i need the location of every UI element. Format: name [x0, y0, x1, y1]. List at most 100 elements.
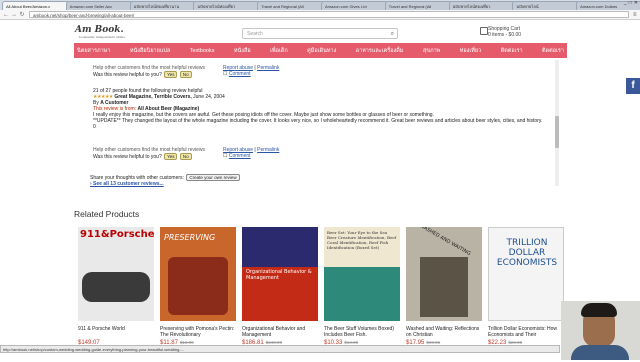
cover-title: Organizational Behavior & Management — [246, 269, 312, 281]
scroll-thumb[interactable] — [555, 116, 559, 148]
nav-item[interactable]: สุขภาพ — [423, 47, 440, 55]
cover-title: TRILLION DOLLAR ECONOMISTS — [496, 238, 558, 268]
review-2: 21 of 27 people found the following revi… — [93, 88, 555, 130]
forward-icon[interactable]: → — [10, 12, 18, 18]
cover-title: Beer Set: Your Eye to the Sea Beer Creat… — [327, 230, 397, 250]
related-products-title: Related Products — [74, 209, 140, 219]
back-icon[interactable]: ← — [2, 12, 10, 18]
see-all-reviews-link[interactable]: › See all 13 customer reviews... — [90, 181, 240, 187]
cover-image — [324, 267, 400, 321]
search-icon[interactable]: ⌕ — [391, 29, 394, 40]
cover-title: PRESERVING — [164, 233, 216, 242]
product-title[interactable]: Trillion Dollar Economists: How Economis… — [488, 326, 564, 338]
helpful-no-button[interactable]: No — [179, 153, 192, 160]
write-review-button[interactable]: Create your own review — [186, 174, 240, 181]
product-cover[interactable]: Organizational Behavior & Management — [242, 227, 318, 321]
logo-text: Am Book. — [75, 25, 124, 35]
product-card[interactable]: Beer Set: Your Eye to the Sea Beer Creat… — [324, 227, 400, 362]
product-card[interactable]: Organizational Behavior & Management Org… — [242, 227, 318, 362]
tab-label: Amazon.com Seller Acc — [69, 4, 113, 9]
product-title[interactable]: Washed and Waiting: Reflections on Chris… — [406, 326, 482, 338]
menu-icon[interactable]: ≡ — [633, 12, 637, 18]
cover-band — [242, 227, 318, 267]
cover-image — [420, 257, 468, 317]
reload-icon[interactable]: ↻ — [18, 11, 26, 18]
permalink-link[interactable]: Permalink — [257, 65, 279, 71]
cart-icon[interactable] — [480, 27, 488, 35]
comment-text: Comment — [228, 153, 251, 159]
browser-tab[interactable]: ฉบับพายไลน์ท่องเที่ยวนาน — [129, 1, 198, 10]
jars-image — [168, 257, 228, 315]
window-controls: _ □ ✕ — [624, 0, 638, 6]
reviews-panel: Help other customers find the most helpf… — [90, 60, 558, 192]
product-cover[interactable]: 911&Porsche — [78, 227, 154, 321]
nav-item[interactable]: Textbooks — [190, 48, 215, 54]
product-cover[interactable]: TRILLION DOLLAR ECONOMISTS — [488, 227, 564, 321]
product-cover[interactable]: PRESERVING — [160, 227, 236, 321]
browser-tab[interactable]: All About Beer/Amazon.c — [2, 1, 70, 10]
browser-tab[interactable]: Travel and Regional (All — [257, 1, 325, 10]
product-title[interactable]: Preserving with Pomona's Pectin: The Rev… — [160, 326, 236, 338]
car-image — [82, 272, 150, 302]
product-card[interactable]: 911&Porsche 911 & Porsche World $149.07 — [78, 227, 154, 362]
product-title[interactable]: The Beer Stuff Volumes Boxed) Includes B… — [324, 326, 400, 338]
nav-item[interactable]: นิตยสารภาษา — [77, 47, 110, 55]
product-card[interactable]: PRESERVING Preserving with Pomona's Pect… — [160, 227, 236, 362]
nav-item[interactable]: หนังสือนิยายแปล — [130, 47, 170, 55]
permalink-link[interactable]: Permalink — [257, 147, 279, 153]
cart-summary[interactable]: Shopping Cart 0 items - $0.00 — [488, 26, 521, 38]
browser-tab[interactable]: ฉบับพายไลน์ท่องเที่ยว — [193, 1, 262, 10]
product-title[interactable]: Organizational Behavior and Management — [242, 326, 318, 338]
browser-tab[interactable]: Travel and Regional (All — [384, 1, 453, 10]
tab-label: Travel and Regional (All — [388, 4, 432, 9]
browser-tab[interactable]: ฉบับพายไลน์ท่องเที่ยว — [448, 1, 517, 10]
tab-label: ฉบับพายไลน์ท่องเที่ยวนาน — [133, 4, 180, 9]
tab-label: Amazon.com Dollars — [580, 4, 618, 9]
nav-item[interactable]: ติดต่อเรา — [501, 47, 523, 55]
product-card[interactable]: WASHED AND WAITING Washed and Waiting: R… — [406, 227, 482, 362]
nav-item[interactable]: อาหารและเครื่องดื่ม — [356, 47, 404, 55]
nav-item[interactable]: คู่มือเดินทาง — [307, 47, 336, 55]
browser-tab[interactable]: Amazon.com Gives Livi — [320, 1, 389, 10]
tab-label: Travel and Regional (All — [261, 4, 304, 9]
minimize-icon[interactable]: _ — [624, 0, 627, 6]
review-update: **UPDATE** They changed the layout of th… — [93, 118, 543, 124]
browser-tab[interactable]: Amazon.com Seller Acc — [65, 1, 134, 10]
review-scrollbar[interactable] — [555, 60, 559, 186]
review-comment-count: 0 — [93, 124, 96, 130]
product-card[interactable]: TRILLION DOLLAR ECONOMISTS Trillion Doll… — [488, 227, 564, 362]
nav-item[interactable]: เพื่อเด็ก — [270, 47, 288, 55]
tab-label: All About Beer/Amazon.c — [6, 4, 51, 9]
tab-label: ฉบับพายไลน์ — [516, 4, 539, 9]
tab-label: ฉบับพายไลน์ท่องเที่ยว — [452, 4, 491, 9]
facebook-icon[interactable]: f — [626, 78, 640, 94]
nav-item[interactable]: ติดต่อเรา — [542, 47, 564, 55]
site-logo[interactable]: Am Book. bookseller independent online — [75, 25, 125, 39]
shirt-shape — [571, 345, 629, 360]
url-input[interactable]: ambook.net/shop/beer-and-brewing/all-abo… — [29, 11, 629, 18]
comment-link[interactable]: ☐ Comment — [223, 153, 251, 159]
product-title[interactable]: 911 & Porsche World — [78, 326, 154, 338]
product-cover[interactable]: Beer Set: Your Eye to the Sea Beer Creat… — [324, 227, 400, 321]
helpful-no-button[interactable]: No — [179, 71, 192, 78]
search-input[interactable]: Search ⌕ — [242, 28, 398, 39]
comment-link[interactable]: ☐ Comment — [223, 71, 251, 77]
nav-item[interactable]: ท่องเที่ยว — [460, 47, 481, 55]
comment-text: Comment — [228, 71, 251, 77]
close-icon[interactable]: ✕ — [634, 0, 638, 6]
nav-item[interactable]: หนังสือ — [234, 47, 251, 55]
helpful-yes-button[interactable]: Yes — [164, 153, 178, 160]
hair-shape — [581, 303, 617, 317]
product-cover[interactable]: WASHED AND WAITING — [406, 227, 482, 321]
helpful-yes-button[interactable]: Yes — [164, 71, 178, 78]
search-placeholder: Search — [247, 31, 263, 37]
status-bar: http://ambook.net/shop/custom-wedding-we… — [0, 345, 560, 353]
address-bar: ← → ↻ ambook.net/shop/beer-and-brewing/a… — [0, 10, 640, 20]
browser-tab[interactable]: ฉบับพายไลน์ — [512, 1, 581, 10]
helpful-question: Was this review helpful to you? — [93, 72, 162, 78]
cover-title: WASHED AND WAITING — [418, 227, 472, 258]
maximize-icon[interactable]: □ — [629, 0, 632, 6]
review-2-footer: Help other customers find the most helpf… — [93, 147, 553, 160]
logo-subtitle: bookseller independent online — [79, 35, 126, 39]
review-1-footer: Help other customers find the most helpf… — [93, 65, 553, 78]
